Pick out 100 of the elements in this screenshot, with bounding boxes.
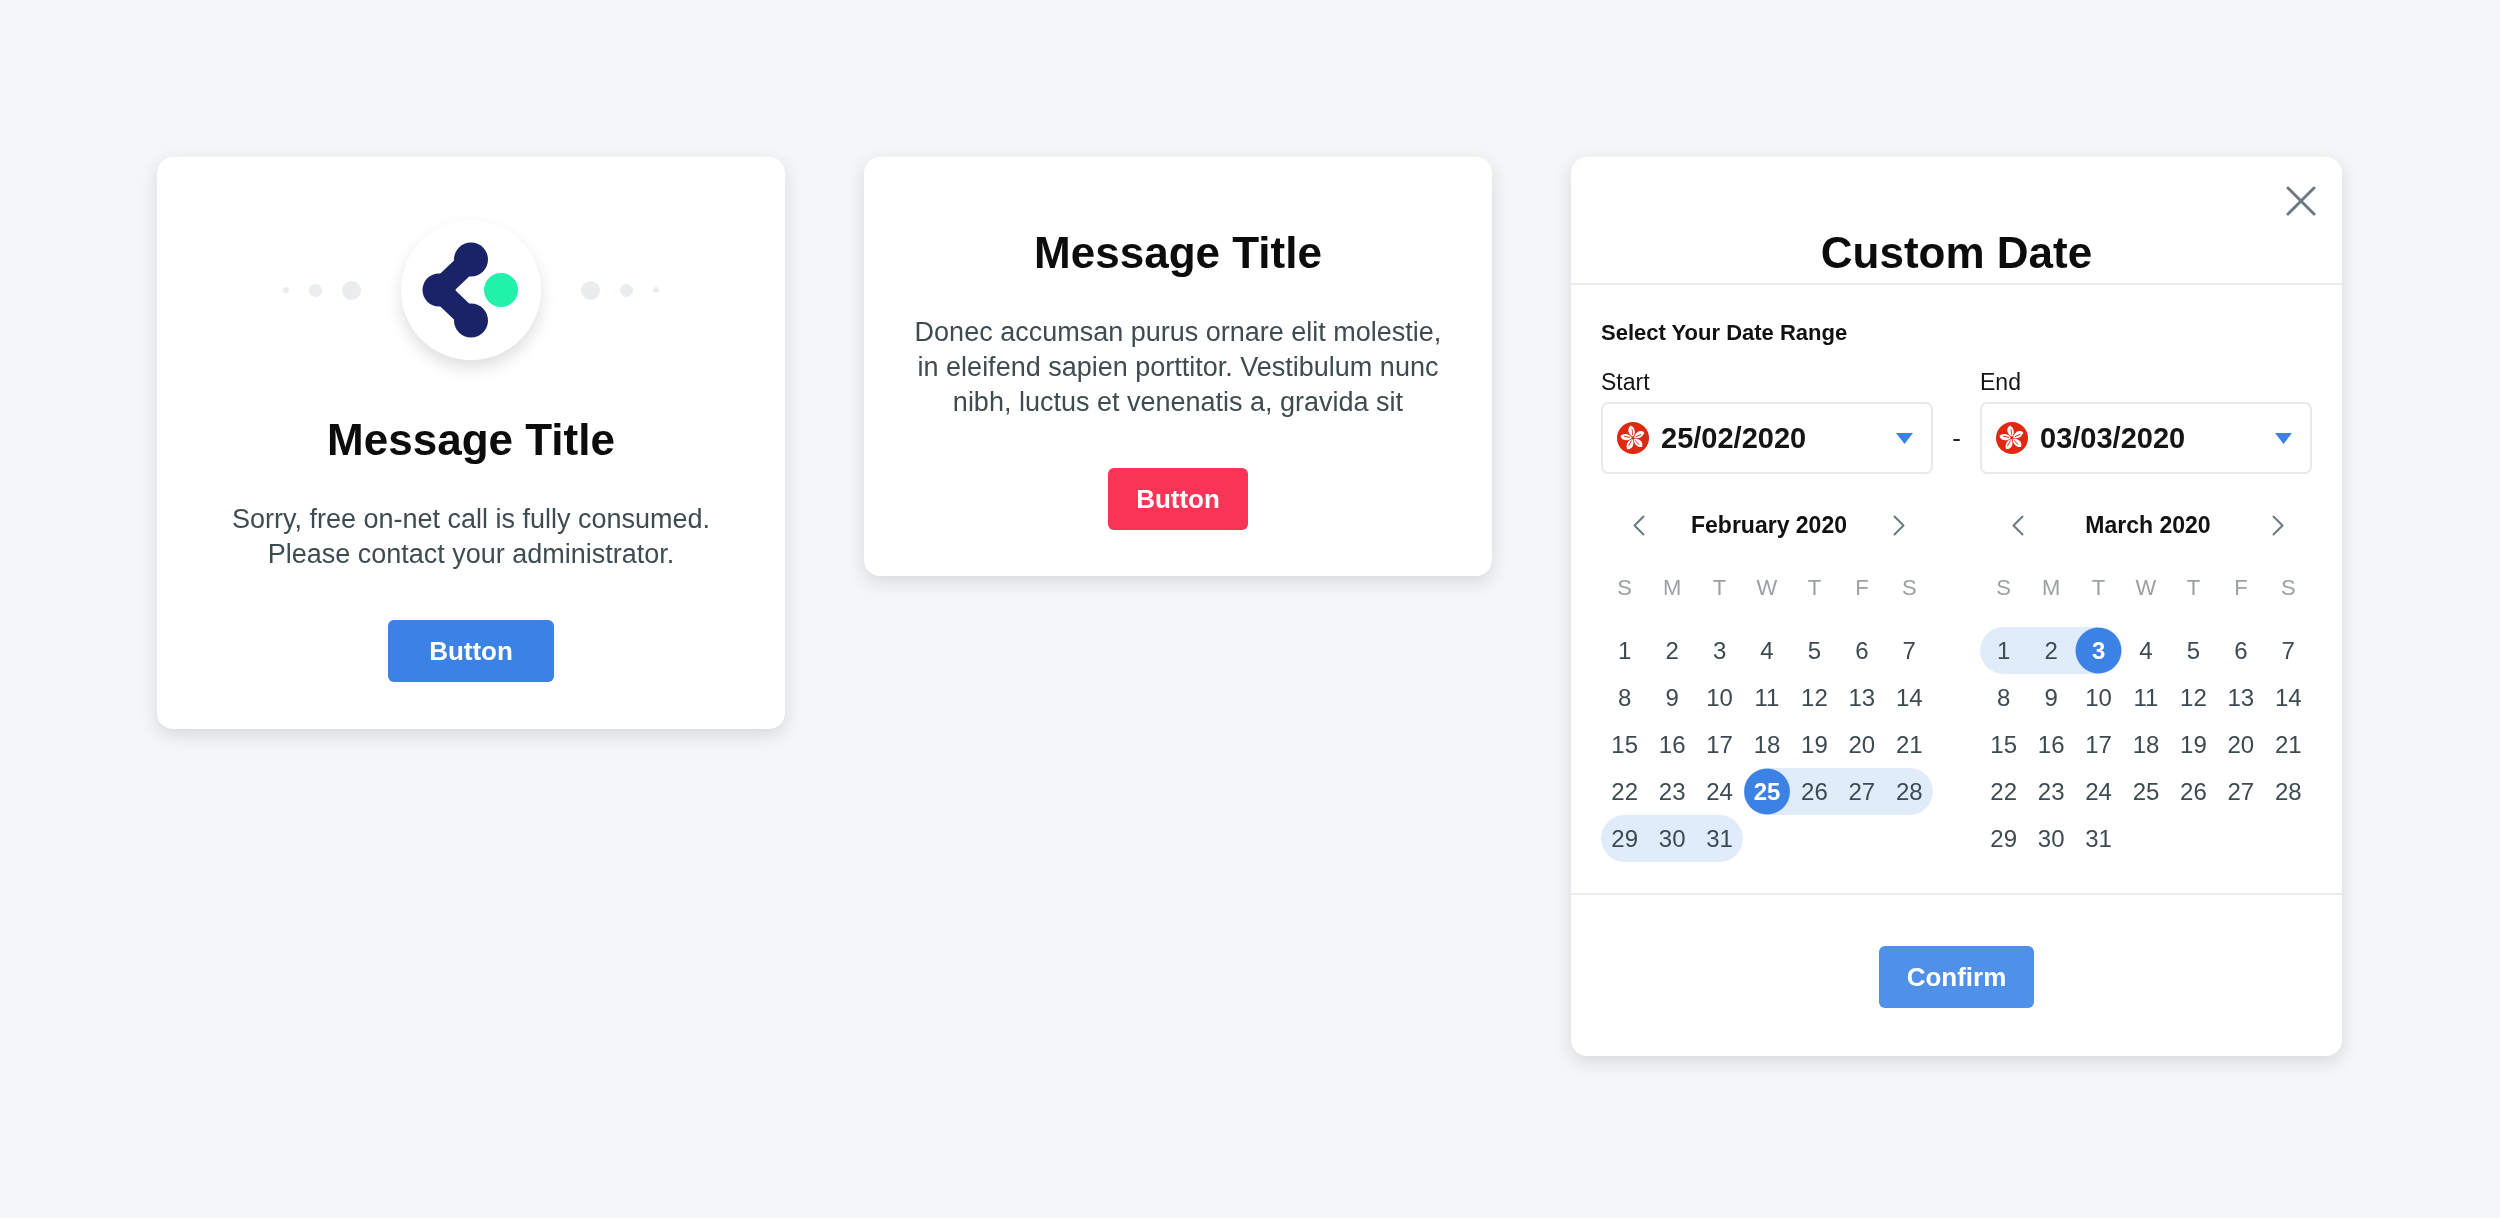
calendar-day[interactable]: 24 [1695, 768, 1744, 815]
calendar-day[interactable]: 19 [1790, 721, 1839, 768]
calendar-day[interactable]: 17 [1695, 721, 1744, 768]
calendar-day[interactable]: 22 [1601, 768, 1649, 815]
calendar-day[interactable]: 19 [2169, 721, 2218, 768]
calendar-day[interactable]: 16 [1648, 721, 1696, 768]
calendar-day[interactable]: 30 [1648, 815, 1696, 862]
weekday-label: T [1807, 574, 1822, 602]
calendar-day[interactable]: 2 [1648, 627, 1696, 674]
calendar-day[interactable]: 12 [1790, 674, 1839, 721]
calendar-day[interactable]: 5 [1790, 627, 1839, 674]
month-title: March 2020 [2085, 511, 2211, 540]
weekday-label: T [1712, 574, 1727, 602]
calendar-day[interactable]: 12 [2169, 674, 2218, 721]
calendar-day[interactable]: 16 [2027, 721, 2075, 768]
calendar-day[interactable]: 28 [2264, 768, 2312, 815]
calendar-day[interactable]: 21 [2264, 721, 2312, 768]
date-field[interactable]: 03/03/2020 [1980, 402, 2312, 474]
field-label: End [1980, 368, 2021, 396]
section-label: Select Your Date Range [1601, 319, 1849, 347]
calendar-day[interactable]: 4 [1743, 627, 1791, 674]
calendar-day[interactable]: 23 [2027, 768, 2075, 815]
chevron-right-icon[interactable] [2272, 514, 2284, 536]
chevron-left-icon[interactable] [1633, 514, 1645, 536]
dialog-title: Message Title [327, 414, 615, 466]
calendar-day[interactable]: 13 [2217, 674, 2265, 721]
close-icon[interactable] [2286, 186, 2316, 216]
calendar-day[interactable]: 4 [2122, 627, 2170, 674]
calendar-day[interactable]: 20 [2217, 721, 2265, 768]
calendar-day[interactable]: 8 [1601, 674, 1649, 721]
calendar-day[interactable]: 6 [2217, 627, 2265, 674]
calendar-day[interactable]: 1 [1601, 627, 1649, 674]
calendar-day[interactable]: 11 [2122, 674, 2170, 721]
chevron-left-icon[interactable] [2012, 514, 2024, 536]
weekday-label: S [1996, 574, 2012, 602]
calendar-day[interactable]: 22 [1980, 768, 2028, 815]
calendar-day[interactable]: 10 [2074, 674, 2123, 721]
calendar-day[interactable]: 14 [1885, 674, 1933, 721]
weekday-label: S [1617, 574, 1633, 602]
calendar-day[interactable]: 15 [1601, 721, 1649, 768]
weekday-label: M [2041, 574, 2061, 602]
month-title: February 2020 [1691, 511, 1847, 540]
calendar-day[interactable]: 31 [2074, 815, 2123, 862]
weekday-label: S [1901, 574, 1917, 602]
calendar-day[interactable]: 27 [1838, 768, 1886, 815]
calendar-day[interactable]: 15 [1980, 721, 2028, 768]
calendar-day[interactable]: 25 [1743, 768, 1791, 815]
calendar-day[interactable]: 24 [2074, 768, 2123, 815]
action-button[interactable]: Button [388, 620, 554, 682]
calendar-day[interactable]: 25 [2122, 768, 2170, 815]
calendar-day[interactable]: 3 [2074, 627, 2123, 674]
calendar-day[interactable]: 29 [1980, 815, 2028, 862]
calendar-day[interactable]: 30 [2027, 815, 2075, 862]
calendar-day[interactable]: 6 [1838, 627, 1886, 674]
range-separator: - [1952, 423, 1961, 453]
weekday-label: W [2135, 574, 2157, 602]
calendar-day[interactable]: 7 [1885, 627, 1933, 674]
dialog-message: Sorry, free on-net call is fully consumed. Please contact your administrator. [230, 503, 712, 571]
calendar-day[interactable]: 1 [1980, 627, 2028, 674]
weekday-label: T [2091, 574, 2106, 602]
calendar-day[interactable]: 5 [2169, 627, 2218, 674]
calendar-day[interactable]: 2 [2027, 627, 2075, 674]
calendar-day[interactable]: 14 [2264, 674, 2312, 721]
calendar-day[interactable]: 9 [1648, 674, 1696, 721]
flag-icon [1617, 422, 1649, 454]
action-button[interactable]: Button [1108, 468, 1248, 530]
calendar-day[interactable]: 17 [2074, 721, 2123, 768]
weekday-label: T [2186, 574, 2201, 602]
weekday-label: F [2234, 574, 2248, 602]
calendar-day[interactable]: 13 [1838, 674, 1886, 721]
calendar-day[interactable]: 26 [1790, 768, 1839, 815]
calendar-day[interactable]: 28 [1885, 768, 1933, 815]
calendar-day[interactable]: 27 [2217, 768, 2265, 815]
weekday-label: M [1662, 574, 1682, 602]
chevron-right-icon[interactable] [1893, 514, 1905, 536]
dialog-message: Donec accumsan purus ornare elit molestie, in eleifend sapien porttitor. Vestibulum nunc nibh, luctus et venenatis a, gravida sit [913, 316, 1443, 419]
calendar-day[interactable]: 26 [2169, 768, 2218, 815]
calendar-day[interactable]: 20 [1838, 721, 1886, 768]
calendar-day[interactable]: 23 [1648, 768, 1696, 815]
calendar-day[interactable]: 8 [1980, 674, 2028, 721]
calendar-day[interactable]: 31 [1695, 815, 1744, 862]
field-label: Start [1601, 368, 1650, 396]
flag-icon [1996, 422, 2028, 454]
caret-icon [1896, 432, 1913, 444]
calendar-day[interactable]: 18 [1743, 721, 1791, 768]
calendar-day[interactable]: 7 [2264, 627, 2312, 674]
caret-icon [2275, 432, 2292, 444]
date-field[interactable]: 25/02/2020 [1601, 402, 1933, 474]
calendar-day[interactable]: 21 [1885, 721, 1933, 768]
calendar-day[interactable]: 11 [1743, 674, 1791, 721]
calendar-day[interactable]: 3 [1695, 627, 1744, 674]
dialog-title: Custom Date [1820, 227, 2093, 279]
weekday-label: S [2280, 574, 2296, 602]
calendar-day[interactable]: 18 [2122, 721, 2170, 768]
calendar-day[interactable]: 10 [1695, 674, 1744, 721]
weekday-label: W [1756, 574, 1778, 602]
weekday-label: F [1855, 574, 1869, 602]
dialog-title: Message Title [1034, 227, 1322, 279]
calendar-day[interactable]: 29 [1601, 815, 1649, 862]
calendar-day[interactable]: 9 [2027, 674, 2075, 721]
